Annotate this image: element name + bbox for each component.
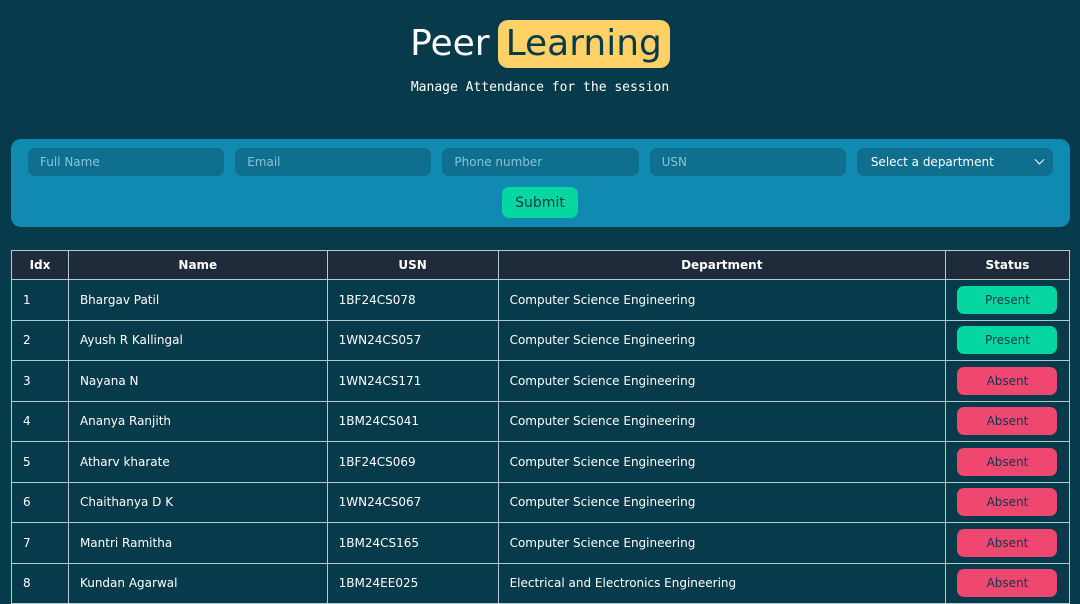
attendance-form: Select a department Submit (11, 139, 1070, 227)
cell-idx: 5 (11, 441, 69, 483)
cell-idx: 3 (11, 360, 69, 402)
chevron-down-icon (1034, 154, 1045, 165)
cell-usn: 1WN24CS067 (326, 481, 499, 523)
cell-department: Electrical and Electronics Engineering (497, 562, 946, 604)
cell-idx: 4 (11, 400, 69, 442)
status-toggle-button[interactable]: Absent (957, 407, 1058, 436)
cell-name: Chaithanya D K (67, 481, 328, 523)
column-header-status: Status (944, 250, 1071, 280)
page-subtitle: Manage Attendance for the session (410, 80, 670, 95)
form-fields: Select a department (28, 148, 1054, 176)
cell-name: Kundan Agarwal (67, 562, 328, 604)
cell-idx: 6 (11, 481, 69, 523)
table-row: 7 Mantri Ramitha 1BM24CS165 Computer Scienc… (11, 522, 1071, 564)
cell-usn: 1BF24CS078 (326, 279, 499, 321)
cell-status: Present (944, 279, 1071, 321)
column-header-usn: USN (326, 250, 499, 280)
cell-status: Absent (944, 522, 1071, 564)
cell-status: Absent (944, 441, 1071, 483)
cell-usn: 1BF24CS069 (326, 441, 499, 483)
cell-status: Absent (944, 360, 1071, 402)
cell-status: Absent (944, 400, 1071, 442)
page-title: Peer Learning (410, 20, 670, 68)
cell-name: Ayush R Kallingal (67, 319, 328, 361)
email-input[interactable] (235, 148, 432, 176)
department-select[interactable]: Select a department (856, 148, 1054, 176)
table-row: 4 Ananya Ranjith 1BM24CS041 Computer Scienc… (11, 400, 1071, 442)
full-name-input[interactable] (28, 148, 225, 176)
cell-usn: 1BM24CS041 (326, 400, 499, 442)
cell-idx: 7 (11, 522, 69, 564)
cell-name: Ananya Ranjith (67, 400, 328, 442)
table-row: 2 Ayush R Kallingal 1WN24CS057 Computer Sci… (11, 319, 1071, 361)
column-header-name: Name (67, 250, 328, 280)
cell-status: Absent (944, 562, 1071, 604)
table-row: 3 Nayana N 1WN24CS171 Computer Science Engi… (11, 360, 1071, 402)
cell-usn: 1WN24CS057 (326, 319, 499, 361)
cell-name: Mantri Ramitha (67, 522, 328, 564)
cell-idx: 1 (11, 279, 69, 321)
cell-usn: 1WN24CS171 (326, 360, 499, 402)
table-row: 8 Kundan Agarwal 1BM24EE025 Electrical and … (11, 562, 1071, 604)
status-toggle-button[interactable]: Absent (957, 569, 1058, 598)
cell-name: Atharv kharate (67, 441, 328, 483)
cell-name: Bhargav Patil (67, 279, 328, 321)
department-select-value: Select a department (870, 155, 994, 169)
cell-department: Computer Science Engineering (497, 360, 946, 402)
submit-button[interactable]: Submit (502, 187, 578, 218)
cell-idx: 8 (11, 562, 69, 604)
status-toggle-button[interactable]: Absent (957, 488, 1058, 517)
status-toggle-button[interactable]: Absent (957, 447, 1058, 476)
usn-input[interactable] (649, 148, 846, 176)
cell-department: Computer Science Engineering (497, 279, 946, 321)
column-header-idx: Idx (11, 250, 69, 280)
table-header: Idx Name USN Department Status (11, 250, 1071, 280)
column-header-department: Department (497, 250, 946, 280)
status-toggle-button[interactable]: Absent (957, 528, 1058, 557)
table-row: 5 Atharv kharate 1BF24CS069 Computer Scienc… (11, 441, 1071, 483)
cell-status: Absent (944, 481, 1071, 523)
cell-department: Computer Science Engineering (497, 441, 946, 483)
cell-usn: 1BM24EE025 (326, 562, 499, 604)
cell-department: Computer Science Engineering (497, 481, 946, 523)
table-row: 6 Chaithanya D K 1WN24CS067 Computer Scienc… (11, 481, 1071, 523)
cell-idx: 2 (11, 319, 69, 361)
cell-usn: 1BM24CS165 (326, 522, 499, 564)
title-highlight: Learning (497, 20, 670, 68)
cell-department: Computer Science Engineering (497, 400, 946, 442)
table-row: 1 Bhargav Patil 1BF24CS078 Computer Science… (11, 279, 1071, 321)
page-header: Peer Learning Manage Attendance for the … (0, 0, 1080, 95)
attendance-table: Idx Name USN Department Status 1 Bhargav Pati… (11, 250, 1071, 604)
cell-status: Present (944, 319, 1071, 361)
cell-department: Computer Science Engineering (497, 522, 946, 564)
status-toggle-button[interactable]: Present (957, 285, 1058, 314)
title-text: Peer (410, 23, 490, 64)
cell-name: Nayana N (67, 360, 328, 402)
table-header-row: Idx Name USN Department Status (11, 250, 1071, 280)
table-body: 1 Bhargav Patil 1BF24CS078 Computer Science… (11, 279, 1071, 604)
status-toggle-button[interactable]: Absent (957, 366, 1058, 395)
cell-department: Computer Science Engineering (497, 319, 946, 361)
status-toggle-button[interactable]: Present (957, 326, 1058, 355)
phone-input[interactable] (442, 148, 639, 176)
